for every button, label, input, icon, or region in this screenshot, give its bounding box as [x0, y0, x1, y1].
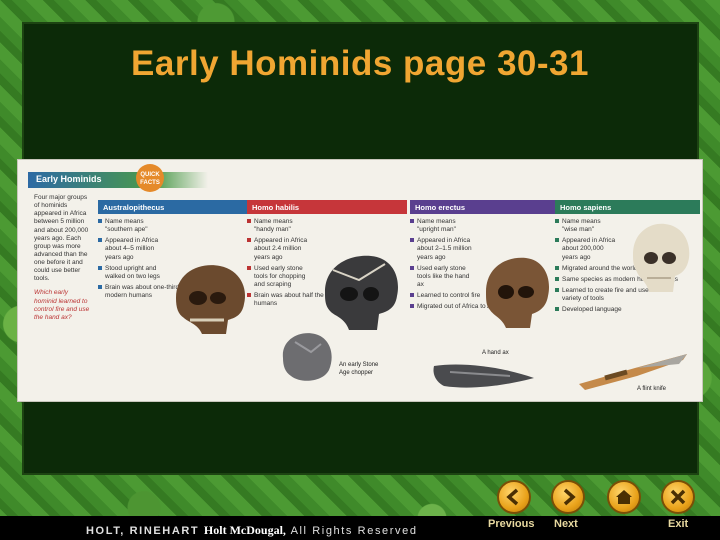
fact: Name means "wise man": [555, 218, 617, 234]
flint-knife-icon: [579, 354, 687, 390]
column-homo-erectus: Homo erectus Name means "upright man" Ap…: [410, 200, 555, 390]
fact: Name means "handy man": [247, 218, 309, 234]
intro-question: Which early hominid learned to control f…: [34, 289, 90, 321]
fact: Name means "upright man": [410, 218, 472, 234]
column-title: Australopithecus: [98, 200, 256, 214]
fact: Stood upright and walked on two legs: [98, 265, 160, 281]
column-title: Homo sapiens: [555, 200, 700, 214]
previous-label[interactable]: Previous: [488, 518, 534, 530]
stone-chopper-icon: [282, 333, 332, 381]
footer-bar: HOLT, RINEHART Holt McDougal, All Rights…: [0, 516, 720, 540]
slide-title: Early Hominids page 30-31: [131, 44, 589, 83]
column-title: Homo erectus: [410, 200, 555, 214]
quick-facts-badge: QUICK FACTS: [136, 164, 164, 192]
hand-ax-icon: [433, 364, 534, 388]
fact: Appeared in Africa about 200,000 years a…: [555, 237, 617, 261]
close-icon: [670, 489, 686, 505]
column-homo-habilis: Homo habilis Name means "handy man" Appe…: [247, 200, 407, 390]
column-homo-sapiens: Homo sapiens Name means "wise man" Appea…: [555, 200, 700, 392]
fact: Appeared in Africa about 2.4 million yea…: [247, 237, 309, 261]
next-button[interactable]: [551, 480, 585, 514]
knife-caption: A flint knife: [637, 386, 667, 392]
next-label[interactable]: Next: [554, 518, 578, 530]
home-button[interactable]: [607, 480, 641, 514]
home-icon: [616, 490, 632, 504]
fact: Appeared in Africa about 4–5 million yea…: [98, 237, 160, 261]
publisher-left: HOLT, RINEHART: [86, 525, 200, 537]
textbook-intro: Four major groups of hominids appeared i…: [34, 194, 92, 324]
exit-button[interactable]: [661, 480, 695, 514]
homo-erectus-skull-icon: [486, 257, 550, 328]
publisher-mid: Holt McDougal,: [203, 523, 286, 537]
arrow-left-icon: [506, 488, 519, 506]
column-title: Homo habilis: [247, 200, 407, 214]
previous-button[interactable]: [497, 480, 531, 514]
exit-label[interactable]: Exit: [668, 518, 688, 530]
chopper-caption: An early Stone Age chopper: [339, 362, 379, 376]
australopithecus-skull-icon: [176, 265, 245, 334]
textbook-image: Early Hominids QUICK FACTS Four major gr…: [17, 159, 703, 402]
textbook-header: Early Hominids: [36, 174, 102, 184]
homo-habilis-skull-icon: [325, 255, 398, 330]
column-australopithecus: Australopithecus Name means "southern ap…: [98, 200, 256, 390]
fact: Used early stone tools like the hand ax: [410, 265, 472, 289]
homo-sapiens-skull-icon: [633, 223, 690, 292]
publisher-credit: HOLT, RINEHART Holt McDougal, All Rights…: [86, 523, 418, 538]
fact: Name means "southern ape": [98, 218, 160, 234]
fact: Appeared in Africa about 2–1.5 million y…: [410, 237, 472, 261]
fact: Used early stone tools for chopping and …: [247, 265, 309, 289]
arrow-right-icon: [563, 488, 576, 506]
intro-text: Four major groups of hominids appeared i…: [34, 194, 89, 283]
fact: Developed language: [555, 306, 685, 314]
publisher-rights: All Rights Reserved: [290, 525, 418, 537]
